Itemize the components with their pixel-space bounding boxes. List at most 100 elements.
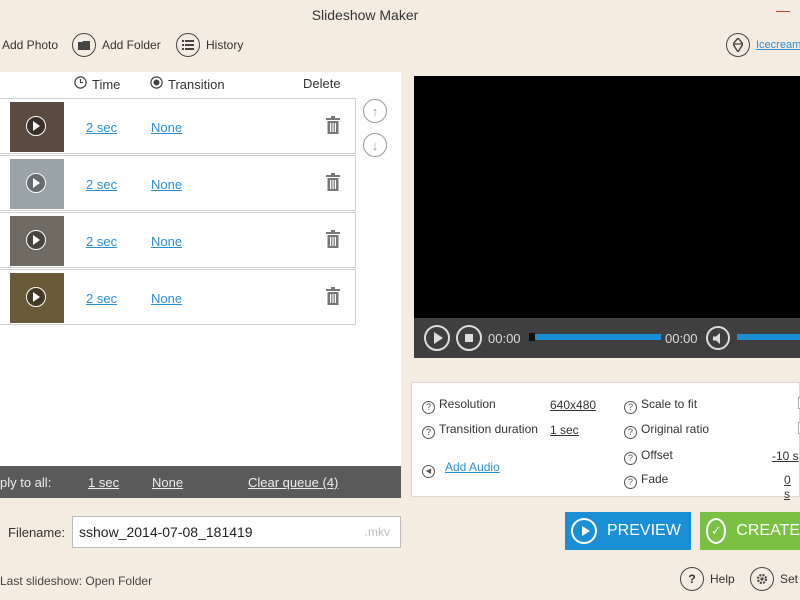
transition-duration-row: ? Transition duration: [422, 422, 538, 439]
help-icon: ?: [422, 425, 435, 439]
brand-link[interactable]: Icecream: [726, 32, 800, 58]
play-icon: [26, 173, 46, 193]
stop-button[interactable]: [456, 325, 482, 351]
seek-bar[interactable]: [529, 333, 661, 341]
resolution-label: Resolution: [439, 397, 496, 411]
total-time: 00:00: [665, 331, 698, 346]
arrow-down-icon: ↓: [371, 137, 379, 153]
stop-icon: [465, 334, 473, 342]
help-icon: ?: [624, 475, 637, 489]
create-label: CREATE: [736, 522, 800, 539]
slide-transition-link[interactable]: None: [151, 177, 182, 192]
offset-row: ? Offset: [624, 448, 673, 465]
check-icon: ✓: [706, 518, 727, 544]
gear-icon: [750, 567, 774, 591]
slide-time-link[interactable]: 2 sec: [86, 177, 117, 192]
queue-row[interactable]: 2 sec None: [0, 155, 356, 211]
history-label: History: [206, 38, 244, 52]
move-up-button[interactable]: ↑: [363, 99, 387, 123]
trash-icon[interactable]: [326, 287, 342, 307]
audio-icon: ◀: [422, 464, 435, 478]
time-header-label: Time: [92, 76, 121, 92]
brand-label: Icecream: [756, 39, 800, 51]
help-button[interactable]: ? Help: [680, 566, 735, 592]
resolution-value[interactable]: 640x480: [550, 398, 596, 412]
play-icon: [26, 230, 46, 250]
slide-transition-link[interactable]: None: [151, 234, 182, 249]
fade-row: ? Fade: [624, 472, 668, 489]
slide-time-link[interactable]: 2 sec: [86, 291, 117, 306]
clock-icon: [74, 76, 87, 92]
preview-button[interactable]: PREVIEW: [565, 512, 691, 550]
scale-to-fit-row: ? Scale to fit: [624, 397, 697, 414]
filename-input[interactable]: [79, 517, 359, 547]
clear-queue-link[interactable]: Clear queue (4): [248, 475, 338, 490]
transition-duration-label: Transition duration: [439, 422, 538, 436]
original-ratio-row: ? Original ratio: [624, 422, 709, 439]
add-photo-label: Add Photo: [2, 38, 59, 52]
help-label: Help: [710, 572, 735, 586]
offset-value[interactable]: -10 s: [772, 449, 799, 463]
delete-column-header: Delete: [303, 76, 341, 91]
history-button[interactable]: History: [176, 32, 243, 58]
player-controls: 00:00 00:00: [414, 318, 800, 358]
settings-panel: ? Resolution 640x480 ? Transition duration…: [411, 382, 800, 501]
delete-header-label: Delete: [303, 76, 341, 91]
trash-icon[interactable]: [326, 230, 342, 250]
help-icon: ?: [624, 451, 637, 465]
play-button[interactable]: [424, 325, 450, 351]
help-circle-icon: ?: [680, 567, 704, 591]
add-photo-button[interactable]: Add Photo: [2, 32, 58, 58]
transition-duration-value[interactable]: 1 sec: [550, 423, 579, 437]
volume-slider[interactable]: [737, 334, 800, 340]
time-column-header: Time: [74, 76, 120, 92]
add-audio-link[interactable]: Add Audio: [445, 460, 500, 474]
window-title: Slideshow Maker: [311, 7, 419, 23]
queue-row[interactable]: 2 sec None: [0, 98, 356, 154]
apply-time-link[interactable]: 1 sec: [88, 475, 119, 490]
fade-value[interactable]: 0 s: [784, 473, 799, 501]
settings-label: Set: [780, 572, 799, 586]
add-folder-button[interactable]: Add Folder: [72, 32, 161, 58]
play-circle-icon: [571, 518, 597, 544]
preview-label: PREVIEW: [607, 522, 681, 539]
queue-row[interactable]: 2 sec None: [0, 269, 356, 325]
arrow-up-icon: ↑: [371, 103, 379, 119]
move-down-button[interactable]: ↓: [363, 133, 387, 157]
slide-thumbnail[interactable]: [10, 159, 64, 209]
create-button[interactable]: ✓ CREATE: [700, 512, 800, 550]
mute-button[interactable]: [706, 326, 730, 350]
play-icon: [26, 287, 46, 307]
icecream-logo-icon: [726, 33, 750, 57]
minimize-button[interactable]: —: [776, 2, 790, 18]
slide-thumbnail[interactable]: [10, 102, 64, 152]
help-icon: ?: [624, 425, 637, 439]
transition-header-label: Transition: [168, 76, 225, 92]
trash-icon[interactable]: [326, 116, 342, 136]
apply-transition-link[interactable]: None: [152, 475, 183, 490]
filename-field: .mkv: [72, 516, 401, 548]
settings-button[interactable]: Set: [750, 566, 798, 592]
add-audio-row[interactable]: ◀ Add Audio: [422, 460, 500, 478]
transition-column-header: Transition: [150, 76, 225, 92]
speaker-icon: [713, 333, 724, 347]
resolution-row: ? Resolution: [422, 397, 496, 414]
slide-thumbnail[interactable]: [10, 216, 64, 266]
slide-time-link[interactable]: 2 sec: [86, 234, 117, 249]
slide-thumbnail[interactable]: [10, 273, 64, 323]
help-icon: ?: [422, 400, 435, 414]
add-folder-label: Add Folder: [102, 38, 161, 52]
last-slideshow-link[interactable]: Last slideshow: Open Folder: [0, 574, 152, 588]
slide-transition-link[interactable]: None: [151, 120, 182, 135]
list-icon: [176, 33, 200, 57]
file-extension: .mkv: [364, 525, 390, 539]
help-icon: ?: [624, 400, 637, 414]
current-time: 00:00: [488, 331, 521, 346]
play-icon: [434, 332, 443, 344]
queue-row[interactable]: 2 sec None: [0, 212, 356, 268]
trash-icon[interactable]: [326, 173, 342, 193]
slide-transition-link[interactable]: None: [151, 291, 182, 306]
slide-time-link[interactable]: 2 sec: [86, 120, 117, 135]
seek-handle[interactable]: [529, 333, 535, 341]
apply-to-all-bar: ply to all: 1 sec None Clear queue (4): [0, 466, 401, 498]
